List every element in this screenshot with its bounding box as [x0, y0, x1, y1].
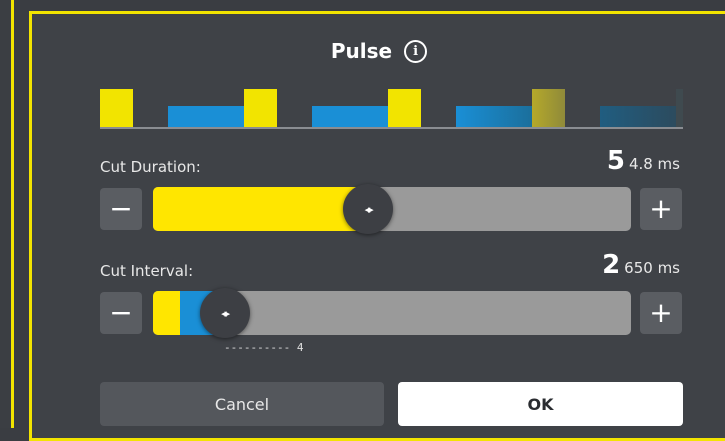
- cut-duration-label: Cut Duration:: [100, 158, 201, 176]
- adjacent-panel-edge: [0, 0, 14, 428]
- cut-interval-value-detail: 650 ms: [624, 259, 680, 277]
- pulse-preview: [100, 87, 683, 129]
- pulse-dialog: Pulse i Cut Duration: 5 4.8 ms − ◂▸ + Cu…: [29, 11, 725, 441]
- minus-icon: −: [109, 192, 133, 225]
- preview-pulse-2: [244, 89, 277, 127]
- cut-interval-value-major: 2: [602, 250, 621, 280]
- cut-interval-pulse-fill: [153, 291, 180, 335]
- plus-icon: +: [649, 192, 673, 225]
- drag-arrows-icon: ◂▸: [221, 306, 230, 320]
- ok-button[interactable]: OK: [398, 382, 683, 426]
- cut-duration-value: 5 4.8 ms: [607, 146, 680, 176]
- cut-duration-decrease-button[interactable]: −: [100, 188, 142, 230]
- cut-interval-decrease-button[interactable]: −: [100, 292, 142, 334]
- preview-pulse-1: [100, 89, 133, 127]
- cut-interval-slider-thumb[interactable]: ◂▸: [199, 288, 250, 338]
- cut-duration-value-major: 5: [606, 146, 625, 176]
- preview-interval-3: [456, 106, 532, 127]
- dialog-title-row: Pulse i: [32, 37, 725, 65]
- dialog-title: Pulse: [330, 39, 393, 63]
- cut-duration-value-detail: 4.8 ms: [628, 155, 680, 173]
- preview-interval-2: [312, 106, 388, 127]
- cut-duration-fill: [153, 187, 369, 231]
- preview-pulse-3: [388, 89, 421, 127]
- plus-icon: +: [649, 296, 673, 329]
- drag-arrows-icon: ◂▸: [364, 202, 374, 216]
- cut-duration-slider-thumb[interactable]: ◂▸: [343, 184, 394, 234]
- cancel-button[interactable]: Cancel: [100, 382, 384, 426]
- info-icon[interactable]: i: [404, 39, 428, 63]
- cut-duration-increase-button[interactable]: +: [640, 188, 682, 230]
- cut-interval-value: 2 650 ms: [602, 250, 680, 280]
- info-icon-glyph: i: [413, 43, 419, 59]
- preview-pulse-5: [676, 89, 683, 127]
- cut-interval-tick-mark: ---------- 4: [224, 341, 304, 354]
- cut-interval-increase-button[interactable]: +: [640, 292, 682, 334]
- minus-icon: −: [109, 296, 133, 329]
- cut-interval-label: Cut Interval:: [100, 262, 194, 280]
- preview-pulse-4: [532, 89, 565, 127]
- preview-interval-4: [600, 106, 676, 127]
- preview-interval-1: [168, 106, 244, 127]
